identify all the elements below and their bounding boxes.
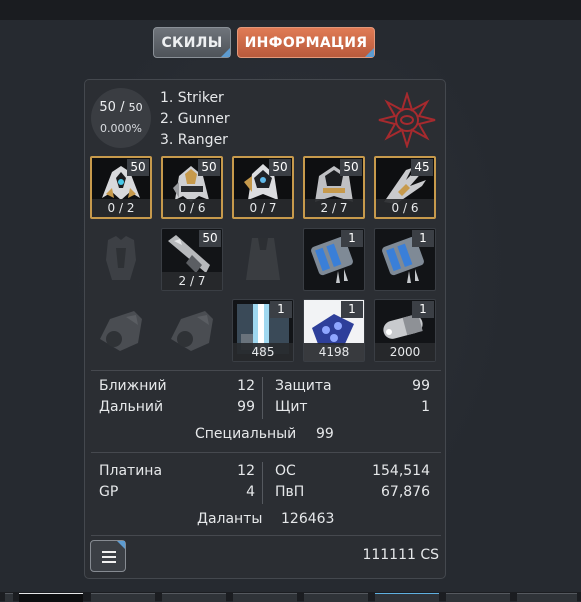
item-count: 485 [233, 343, 293, 361]
ranged-label: Дальний [99, 399, 164, 415]
gp-value: 4 [246, 484, 255, 500]
divider [91, 535, 441, 536]
equipment-slot-empty[interactable] [90, 228, 152, 291]
melee-label: Ближний [99, 378, 167, 394]
os-value: 154,514 [372, 463, 430, 479]
pvp-label: ПвП [275, 484, 305, 500]
equipment-slot[interactable]: 1 [374, 228, 436, 291]
equipment-slot[interactable]: 1 2000 [374, 299, 436, 362]
tab-info[interactable]: ИНФОРМАЦИЯ [237, 27, 375, 58]
talents-label: Даланты [197, 511, 263, 527]
os-label: ОС [275, 463, 296, 479]
class-item: 3. Ranger [160, 132, 228, 148]
tab-skills-label: СКИЛЫ [161, 34, 223, 51]
equipment-slot[interactable]: 1 [303, 228, 365, 291]
equipment-slot[interactable]: 50 0 / 2 [90, 156, 152, 219]
item-count: 2 / 7 [305, 199, 363, 217]
equipment-slot[interactable]: 50 2 / 7 [161, 228, 223, 291]
item-count: 4198 [304, 343, 364, 361]
item-count: 2 / 7 [162, 272, 222, 290]
equipment-slot[interactable]: 1 485 [232, 299, 294, 362]
cs-balance: 111111 CS [362, 547, 439, 563]
top-bar [0, 0, 581, 20]
pvp-value: 67,876 [381, 484, 430, 500]
special-value: 99 [316, 426, 334, 442]
item-count: 0 / 6 [376, 199, 434, 217]
tab-skills[interactable]: СКИЛЫ [153, 27, 231, 58]
empty-drone-slot-icon [100, 311, 142, 351]
item-level: 1 [270, 301, 292, 318]
platinum-label: Платина [99, 463, 163, 479]
item-level: 50 [198, 159, 220, 176]
item-count: 2000 [375, 343, 435, 361]
talents-value: 126463 [281, 511, 335, 527]
equipment-slot-empty[interactable] [90, 299, 152, 362]
class-item: 1. Striker [160, 90, 224, 106]
platinum-value: 12 [237, 463, 255, 479]
equipment-slot-empty[interactable] [232, 228, 294, 291]
special-label: Специальный [195, 426, 297, 442]
divider [91, 370, 441, 371]
equipment-slot-empty[interactable] [161, 299, 223, 362]
melee-value: 12 [237, 378, 255, 394]
empty-torso-slot-icon [106, 236, 136, 280]
item-level: 50 [269, 159, 291, 176]
spiked-sun-emblem-icon [378, 92, 436, 148]
item-level: 1 [341, 301, 363, 318]
item-level: 50 [127, 159, 149, 176]
xp-percent: 0.000% [100, 122, 142, 135]
hamburger-menu-icon[interactable] [90, 540, 126, 572]
item-level: 50 [340, 159, 362, 176]
item-level: 1 [412, 301, 434, 318]
item-level: 45 [411, 159, 433, 176]
tab-info-label: ИНФОРМАЦИЯ [244, 34, 368, 51]
level-readout: 50 / 50 [99, 100, 143, 115]
equipment-slot[interactable]: 50 0 / 7 [232, 156, 294, 219]
shield-value: 1 [421, 399, 430, 415]
equipment-slot[interactable]: 50 0 / 6 [161, 156, 223, 219]
level-badge: 50 / 50 0.000% [91, 88, 151, 148]
shield-label: Щит [275, 399, 308, 415]
character-info-panel: 50 / 50 0.000% 1. Striker 2. Gunner 3. R… [84, 79, 446, 579]
gp-label: GP [99, 484, 119, 500]
item-level: 50 [199, 230, 221, 247]
equipment-slot[interactable]: 45 0 / 6 [374, 156, 436, 219]
divider [91, 452, 441, 453]
class-item: 2. Gunner [160, 111, 230, 127]
tab-corner-icon [221, 48, 230, 57]
equipment-slot[interactable]: 1 4198 [303, 299, 365, 362]
item-count: 0 / 2 [92, 199, 150, 217]
item-level: 1 [412, 230, 434, 247]
empty-drone-slot-icon [171, 311, 213, 351]
level-current: 50 [99, 100, 116, 115]
defense-value: 99 [412, 378, 430, 394]
equipment-slot[interactable]: 50 2 / 7 [303, 156, 365, 219]
item-count: 0 / 6 [163, 199, 221, 217]
defense-label: Защита [275, 378, 332, 394]
level-max: 50 [128, 101, 143, 114]
divider [262, 377, 263, 419]
empty-cloak-slot-icon [246, 238, 280, 280]
ranged-value: 99 [237, 399, 255, 415]
item-count: 0 / 7 [234, 199, 292, 217]
item-level: 1 [341, 230, 363, 247]
tab-corner-icon [365, 48, 374, 57]
divider [262, 462, 263, 504]
class-list: 1. Striker 2. Gunner 3. Ranger [160, 88, 230, 151]
